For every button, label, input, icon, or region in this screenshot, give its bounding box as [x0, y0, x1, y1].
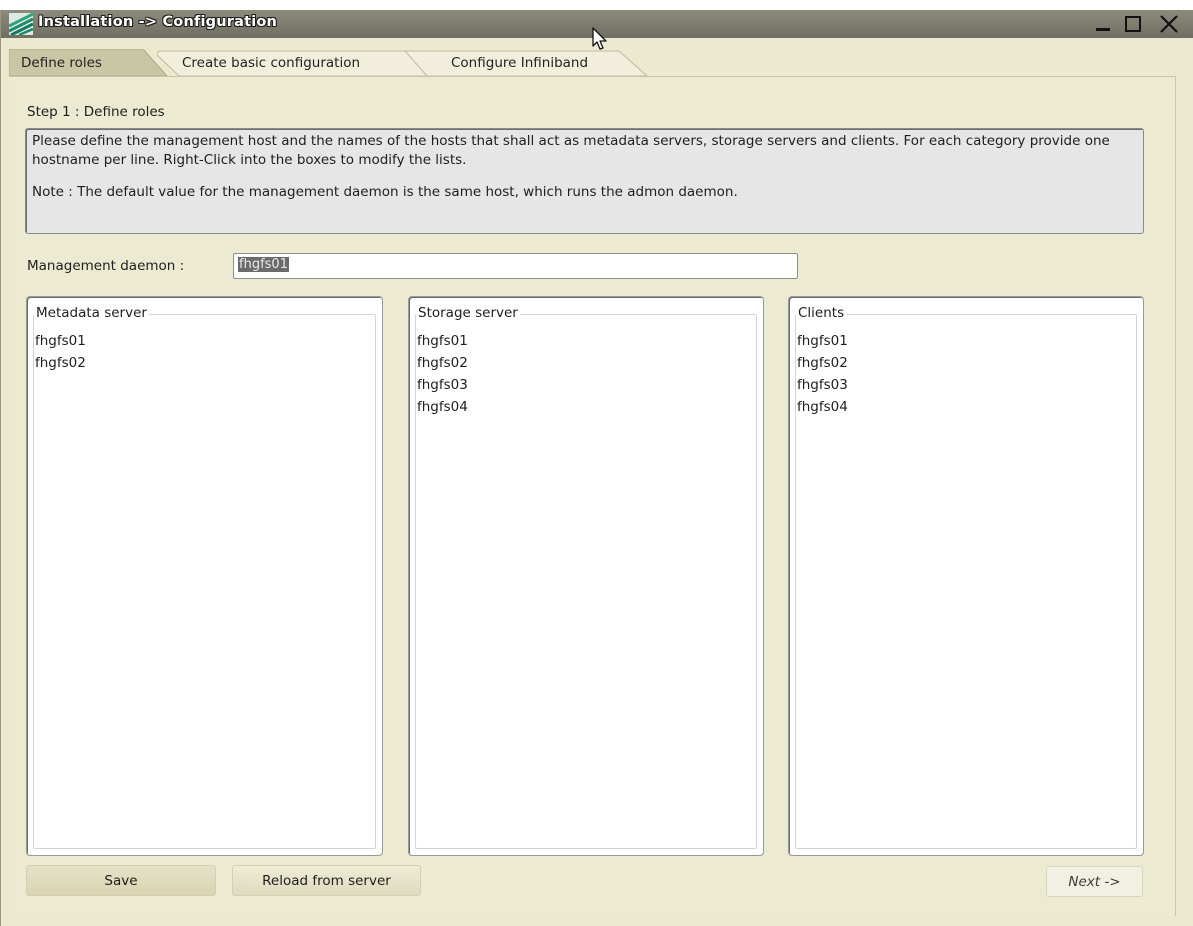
management-daemon-value: fhgfs01	[238, 257, 289, 272]
save-button[interactable]: Save	[26, 865, 216, 896]
list-item[interactable]: fhgfs01	[417, 330, 468, 352]
tab-label: Define roles	[21, 55, 102, 71]
next-button[interactable]: Next ->	[1046, 866, 1143, 897]
clients-title: Clients	[796, 305, 847, 321]
window-title: Installation -> Configuration	[38, 14, 278, 30]
maximize-icon[interactable]	[1122, 13, 1144, 35]
list-item[interactable]: fhgfs02	[797, 352, 848, 374]
list-item[interactable]: fhgfs01	[35, 330, 86, 352]
clients-list[interactable]: Clients fhgfs01 fhgfs02 fhgfs03 fhgfs04	[788, 296, 1144, 856]
list-item[interactable]: fhgfs01	[797, 330, 848, 352]
tab-configure-infiniband[interactable]: Configure Infiniband	[405, 49, 655, 77]
info-note: Note : The default value for the managem…	[32, 184, 738, 200]
mouse-pointer-icon	[592, 27, 607, 50]
tab-label: Create basic configuration	[182, 55, 361, 71]
management-daemon-label: Management daemon :	[27, 258, 185, 274]
list-item[interactable]: fhgfs02	[417, 352, 468, 374]
clients-host-list: fhgfs01 fhgfs02 fhgfs03 fhgfs04	[797, 330, 848, 418]
storage-server-title: Storage server	[416, 305, 520, 321]
tab-bar: Define roles Create basic configuration …	[0, 49, 1193, 77]
list-item[interactable]: fhgfs04	[417, 396, 468, 418]
tab-create-basic-configuration[interactable]: Create basic configuration	[157, 49, 439, 77]
management-daemon-input[interactable]: fhgfs01	[233, 253, 798, 279]
close-icon[interactable]	[1158, 13, 1180, 35]
minimize-icon[interactable]	[1093, 13, 1115, 35]
list-item[interactable]: fhgfs02	[35, 352, 86, 374]
reload-from-server-button[interactable]: Reload from server	[232, 865, 421, 896]
step-label: Step 1 : Define roles	[27, 104, 165, 120]
metadata-server-title: Metadata server	[34, 305, 149, 321]
group-frame	[33, 314, 376, 849]
info-box: Please define the management host and th…	[25, 128, 1144, 234]
storage-host-list: fhgfs01 fhgfs02 fhgfs03 fhgfs04	[417, 330, 468, 418]
list-item[interactable]: fhgfs04	[797, 396, 848, 418]
list-item[interactable]: fhgfs03	[417, 374, 468, 396]
list-item[interactable]: fhgfs03	[797, 374, 848, 396]
info-text: Please define the management host and th…	[32, 133, 1110, 168]
tab-label: Configure Infiniband	[451, 55, 589, 71]
metadata-host-list: fhgfs01 fhgfs02	[35, 330, 86, 374]
tab-define-roles[interactable]: Define roles	[9, 49, 169, 77]
metadata-server-list[interactable]: Metadata server fhgfs01 fhgfs02	[26, 296, 383, 856]
app-logo-icon	[9, 13, 33, 35]
storage-server-list[interactable]: Storage server fhgfs01 fhgfs02 fhgfs03 f…	[408, 296, 764, 856]
